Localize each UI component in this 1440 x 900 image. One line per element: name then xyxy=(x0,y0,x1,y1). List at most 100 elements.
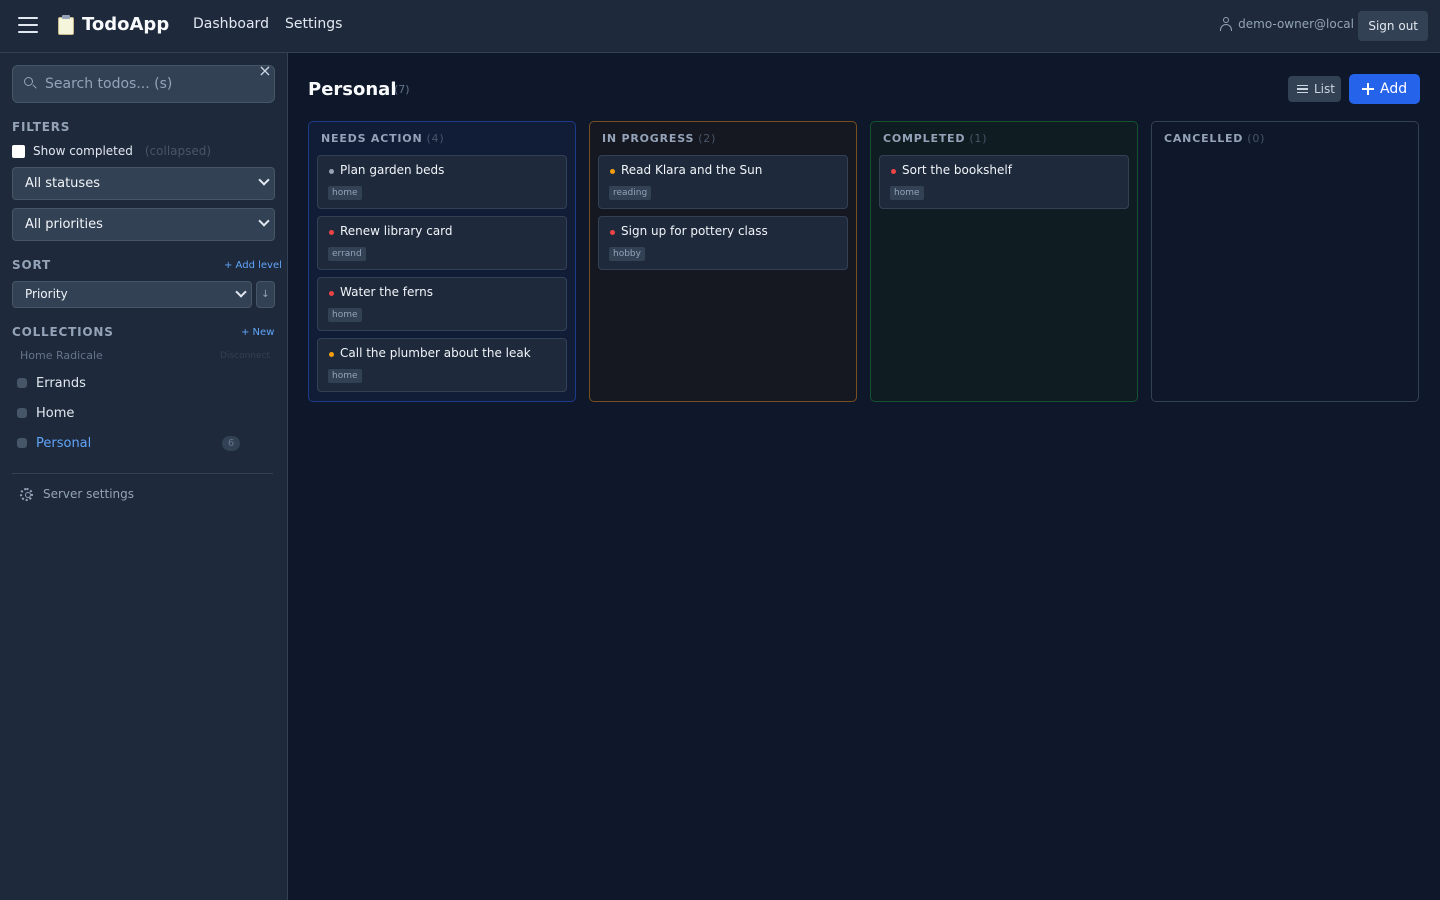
column-title-text: CANCELLED xyxy=(1164,132,1244,145)
priority-dot xyxy=(891,169,896,174)
page-title: Personal xyxy=(308,79,397,100)
page-count: (7) xyxy=(394,83,410,96)
todo-card[interactable]: Water the ferns home xyxy=(317,277,567,331)
sign-out-button[interactable]: Sign out xyxy=(1358,11,1428,41)
sidebar-divider xyxy=(12,473,273,474)
todo-card[interactable]: Read Klara and the Sun reading xyxy=(598,155,848,209)
priority-dot xyxy=(329,169,334,174)
todo-card[interactable]: Call the plumber about the leak home xyxy=(317,338,567,392)
priority-filter-value: All priorities xyxy=(25,217,103,232)
show-completed-row: Show completed (collapsed) xyxy=(12,144,211,158)
nav-dashboard[interactable]: Dashboard xyxy=(193,16,269,32)
column-title: IN PROGRESS (2) xyxy=(602,132,716,145)
gear-icon xyxy=(20,487,33,501)
column-title: COMPLETED (1) xyxy=(883,132,987,145)
status-filter-select[interactable]: All statuses xyxy=(12,167,275,200)
main-nav: Dashboard Settings xyxy=(193,16,342,32)
collection-color-swatch xyxy=(17,438,27,448)
todo-tag: home xyxy=(328,186,362,200)
todo-card[interactable]: Plan garden beds home xyxy=(317,155,567,209)
priority-dot xyxy=(329,291,334,296)
todo-tag: hobby xyxy=(609,247,645,261)
sidebar: × FILTERS Show completed (collapsed) All… xyxy=(0,53,288,900)
priority-dot xyxy=(610,230,615,235)
menu-icon[interactable] xyxy=(18,17,38,35)
todo-title: Plan garden beds xyxy=(340,163,445,177)
collections-heading: COLLECTIONS xyxy=(12,325,114,339)
collection-item-errands[interactable]: Errands xyxy=(12,369,272,397)
sort-field-select[interactable]: Priority xyxy=(12,281,252,308)
priority-filter-select[interactable]: All priorities xyxy=(12,208,275,241)
chevron-down-icon xyxy=(235,286,247,298)
collection-color-swatch xyxy=(17,408,27,418)
chevron-down-icon xyxy=(258,215,270,227)
main-content: Personal (7) List Add NEEDS ACTION (4) Pl… xyxy=(288,53,1440,900)
collection-color-swatch xyxy=(17,378,27,388)
todo-title: Sign up for pottery class xyxy=(621,224,768,238)
app-logo[interactable]: TodoApp xyxy=(58,14,169,35)
todo-tag: home xyxy=(890,186,924,200)
show-completed-label: Show completed xyxy=(33,144,133,158)
clipboard-icon xyxy=(58,14,74,35)
app-title: TodoApp xyxy=(82,14,170,35)
list-view-button[interactable]: List xyxy=(1288,76,1341,102)
priority-dot xyxy=(329,352,334,357)
server-settings-link[interactable]: Server settings xyxy=(20,487,134,501)
filters-heading: FILTERS xyxy=(12,120,71,134)
column-cancelled: CANCELLED (0) xyxy=(1151,121,1419,402)
chevron-down-icon xyxy=(258,174,270,186)
list-view-label: List xyxy=(1314,82,1335,96)
list-icon xyxy=(1297,84,1308,94)
priority-dot xyxy=(329,230,334,235)
todo-tag: reading xyxy=(609,186,652,200)
server-settings-label: Server settings xyxy=(43,487,135,501)
todo-tag: errand xyxy=(328,247,366,261)
todo-card[interactable]: Sign up for pottery class hobby xyxy=(598,216,848,270)
todo-tag: home xyxy=(328,308,362,322)
column-count: (0) xyxy=(1247,132,1266,145)
sort-direction-button[interactable]: ↓ xyxy=(256,281,275,308)
column-title: NEEDS ACTION (4) xyxy=(321,132,444,145)
collection-item-personal[interactable]: Personal 6 xyxy=(12,429,272,457)
plus-icon xyxy=(1362,83,1374,95)
column-title-text: COMPLETED xyxy=(883,132,966,145)
user-icon xyxy=(1220,17,1233,31)
sort-heading: SORT xyxy=(12,258,51,272)
collection-item-home[interactable]: Home xyxy=(12,399,272,427)
todo-card[interactable]: Sort the bookshelf home xyxy=(879,155,1129,209)
add-todo-label: Add xyxy=(1380,81,1408,97)
sort-field-value: Priority xyxy=(25,287,68,301)
user-email: demo-owner@local xyxy=(1238,17,1354,31)
add-sort-level-button[interactable]: + Add level xyxy=(224,260,282,271)
close-icon[interactable]: × xyxy=(258,63,272,79)
column-completed: COMPLETED (1) Sort the bookshelf home xyxy=(870,121,1138,402)
add-todo-button[interactable]: Add xyxy=(1349,74,1420,104)
todo-tag: home xyxy=(328,369,362,383)
todo-title: Call the plumber about the leak xyxy=(340,346,531,360)
column-needs-action: NEEDS ACTION (4) Plan garden beds home Re… xyxy=(308,121,576,402)
todo-title: Sort the bookshelf xyxy=(902,163,1012,177)
search-box: × xyxy=(12,63,275,103)
column-count: (1) xyxy=(969,132,988,145)
status-filter-value: All statuses xyxy=(25,176,100,191)
column-count: (2) xyxy=(698,132,717,145)
collection-name: Errands xyxy=(36,375,86,391)
top-bar: TodoApp Dashboard Settings demo-owner@lo… xyxy=(0,0,1440,53)
disconnect-button[interactable]: Disconnect xyxy=(220,351,270,361)
new-collection-button[interactable]: + New xyxy=(241,327,274,338)
user-info: demo-owner@local xyxy=(1220,17,1354,31)
column-in-progress: IN PROGRESS (2) Read Klara and the Sun re… xyxy=(589,121,857,402)
priority-dot xyxy=(610,169,615,174)
column-title-text: NEEDS ACTION xyxy=(321,132,423,145)
nav-settings[interactable]: Settings xyxy=(285,16,342,32)
collection-source: Home Radicale xyxy=(20,349,103,362)
search-input[interactable] xyxy=(45,66,245,102)
collection-name: Home xyxy=(36,405,75,421)
todo-title: Renew library card xyxy=(340,224,453,238)
search-icon xyxy=(24,77,37,89)
column-title: CANCELLED (0) xyxy=(1164,132,1265,145)
show-completed-note: (collapsed) xyxy=(144,144,212,158)
collection-name: Personal xyxy=(36,435,92,451)
show-completed-checkbox[interactable] xyxy=(12,144,25,158)
todo-card[interactable]: Renew library card errand xyxy=(317,216,567,270)
